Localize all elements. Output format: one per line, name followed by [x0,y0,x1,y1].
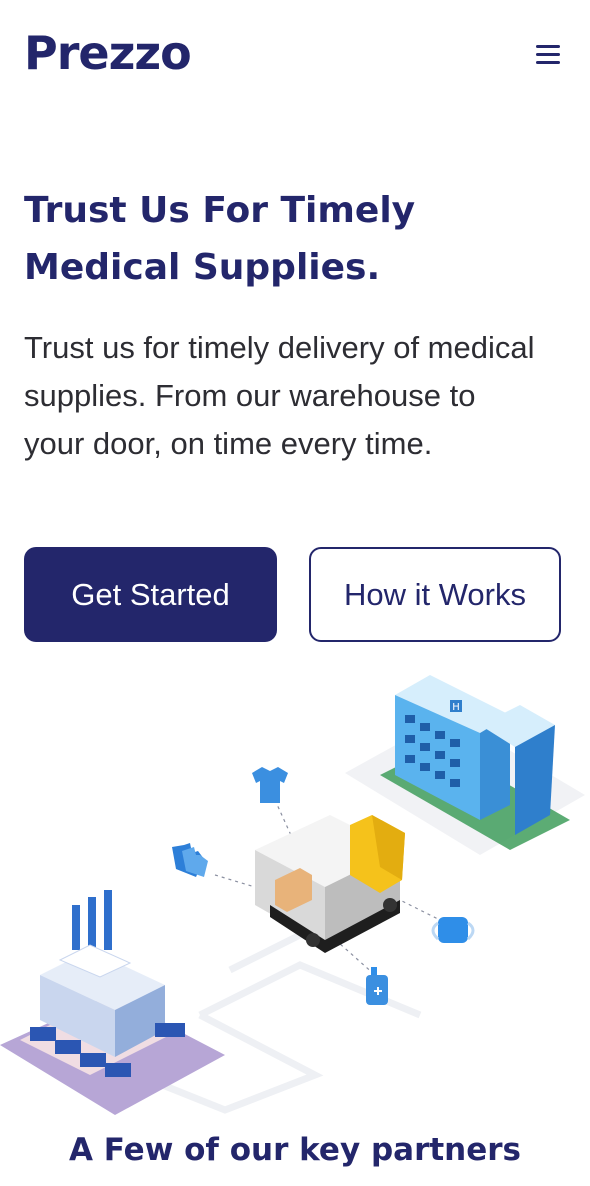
supply-chain-illustration: H [0,675,585,1115]
hero-description: Trust us for timely delivery of medical … [24,330,535,461]
partners-heading: A Few of our key partners [68,1132,522,1168]
face-mask-icon [431,917,475,943]
gloves-icon [172,843,208,877]
how-it-works-button[interactable]: How it Works [309,547,561,642]
hero-title: Trust Us For Timely Medical Supplies. [24,190,416,288]
factory-icon [0,890,225,1115]
svg-text:H: H [452,702,460,713]
site-header: Prezzo [0,0,590,110]
logo[interactable]: Prezzo [24,26,192,80]
delivery-truck-icon [255,815,405,953]
get-started-button[interactable]: Get Started [24,547,277,642]
shirt-icon [252,767,288,803]
hamburger-menu-icon[interactable] [530,40,566,70]
sanitizer-bottle-icon [366,967,388,1005]
